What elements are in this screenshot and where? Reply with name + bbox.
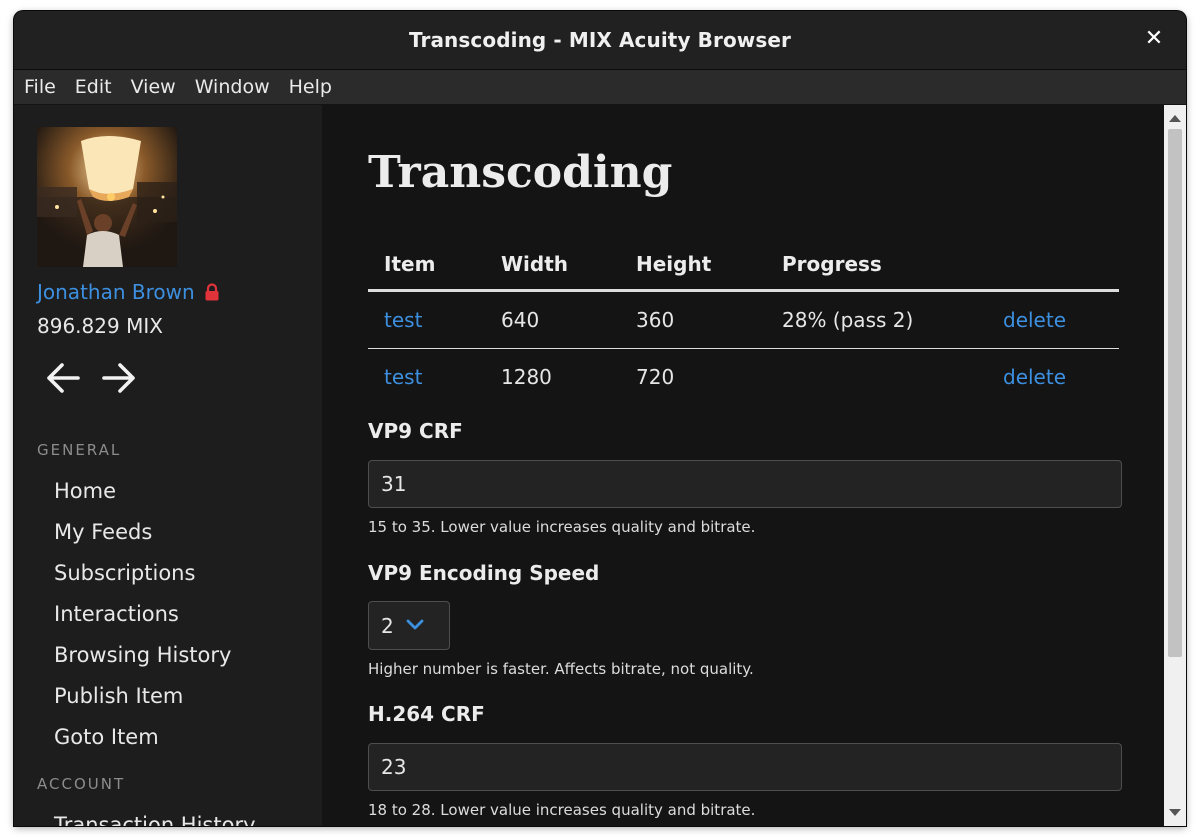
vp9-crf-input[interactable]: 31 xyxy=(368,460,1122,508)
page-title: Transcoding xyxy=(368,147,673,198)
window-title: Transcoding - MIX Acuity Browser xyxy=(408,28,792,52)
delete-link[interactable]: delete xyxy=(1003,308,1066,332)
vertical-scrollbar[interactable] xyxy=(1164,105,1186,826)
h264-crf-label: H.264 CRF xyxy=(368,702,485,726)
scroll-up-arrow-icon[interactable] xyxy=(1169,115,1181,122)
transcode-table: Item Width Height Progress test 640 360 … xyxy=(368,239,1119,405)
cell-width: 1280 xyxy=(501,365,552,389)
close-window-button[interactable]: ✕ xyxy=(1142,27,1166,51)
app-window: Transcoding - MIX Acuity Browser ✕ File … xyxy=(14,11,1186,826)
menu-view[interactable]: View xyxy=(122,76,185,98)
item-link[interactable]: test xyxy=(384,308,422,332)
vp9-crf-label: VP9 CRF xyxy=(368,419,463,443)
section-label-general: GENERAL xyxy=(37,441,122,459)
menu-help[interactable]: Help xyxy=(280,76,341,98)
cell-height: 360 xyxy=(620,290,766,349)
title-bar: Transcoding - MIX Acuity Browser ✕ xyxy=(14,11,1186,70)
h264-crf-input[interactable]: 23 xyxy=(368,743,1122,791)
balance: 896.829 MIX xyxy=(37,314,163,338)
scrollbar-thumb[interactable] xyxy=(1168,129,1182,657)
main-content: Transcoding Item Width Height Progress t… xyxy=(322,105,1164,826)
vp9-speed-value: 2 xyxy=(381,613,394,638)
menu-file[interactable]: File xyxy=(15,76,65,98)
general-nav: Home My Feeds Subscriptions Interactions… xyxy=(54,471,231,758)
account-nav: Transaction History xyxy=(54,805,256,826)
nav-interactions[interactable]: Interactions xyxy=(54,594,231,635)
menu-bar: File Edit View Window Help xyxy=(14,70,1186,104)
vp9-speed-select[interactable]: 2 xyxy=(368,601,450,650)
vp9-crf-help: 15 to 35. Lower value increases quality … xyxy=(368,518,756,536)
nav-browsing-history[interactable]: Browsing History xyxy=(54,635,231,676)
lock-icon xyxy=(205,282,219,306)
scroll-down-arrow-icon[interactable] xyxy=(1169,809,1181,816)
menu-edit[interactable]: Edit xyxy=(66,76,121,98)
cell-width: 640 xyxy=(485,290,620,349)
column-header-actions xyxy=(987,239,1119,292)
cell-progress xyxy=(766,349,987,406)
nav-transaction-history[interactable]: Transaction History xyxy=(54,805,256,826)
section-label-account: ACCOUNT xyxy=(37,775,126,793)
h264-crf-help: 18 to 28. Lower value increases quality … xyxy=(368,801,756,819)
table-header-row: Item Width Height Progress xyxy=(368,239,1119,292)
user-name-link[interactable]: Jonathan Brown xyxy=(37,280,219,306)
nav-publish-item[interactable]: Publish Item xyxy=(54,676,231,717)
sidebar: Jonathan Brown 896.829 MIX GENERAL Home … xyxy=(14,105,322,826)
nav-goto-item[interactable]: Goto Item xyxy=(54,717,231,758)
avatar[interactable] xyxy=(37,127,177,267)
column-header-width: Width xyxy=(485,239,620,292)
vp9-speed-help: Higher number is faster. Affects bitrate… xyxy=(368,660,754,678)
chevron-down-icon xyxy=(406,616,424,635)
column-header-progress: Progress xyxy=(766,239,987,292)
table-row: test 640 360 28% (pass 2) delete xyxy=(368,290,1119,349)
nav-my-feeds[interactable]: My Feeds xyxy=(54,512,231,553)
nav-subscriptions[interactable]: Subscriptions xyxy=(54,553,231,594)
table-row: test 1280 720 delete xyxy=(368,349,1119,406)
user-name: Jonathan Brown xyxy=(37,280,195,304)
cell-height: 720 xyxy=(636,365,675,389)
back-arrow-icon[interactable] xyxy=(44,361,82,395)
item-link[interactable]: test xyxy=(384,365,422,389)
menu-window[interactable]: Window xyxy=(186,76,279,98)
cell-progress: 28% (pass 2) xyxy=(766,290,987,349)
history-navigation xyxy=(44,361,138,395)
delete-link[interactable]: delete xyxy=(1003,365,1066,389)
column-header-item: Item xyxy=(368,239,485,292)
forward-arrow-icon[interactable] xyxy=(100,361,138,395)
nav-home[interactable]: Home xyxy=(54,471,231,512)
column-header-height: Height xyxy=(620,239,766,292)
vp9-speed-label: VP9 Encoding Speed xyxy=(368,561,600,585)
